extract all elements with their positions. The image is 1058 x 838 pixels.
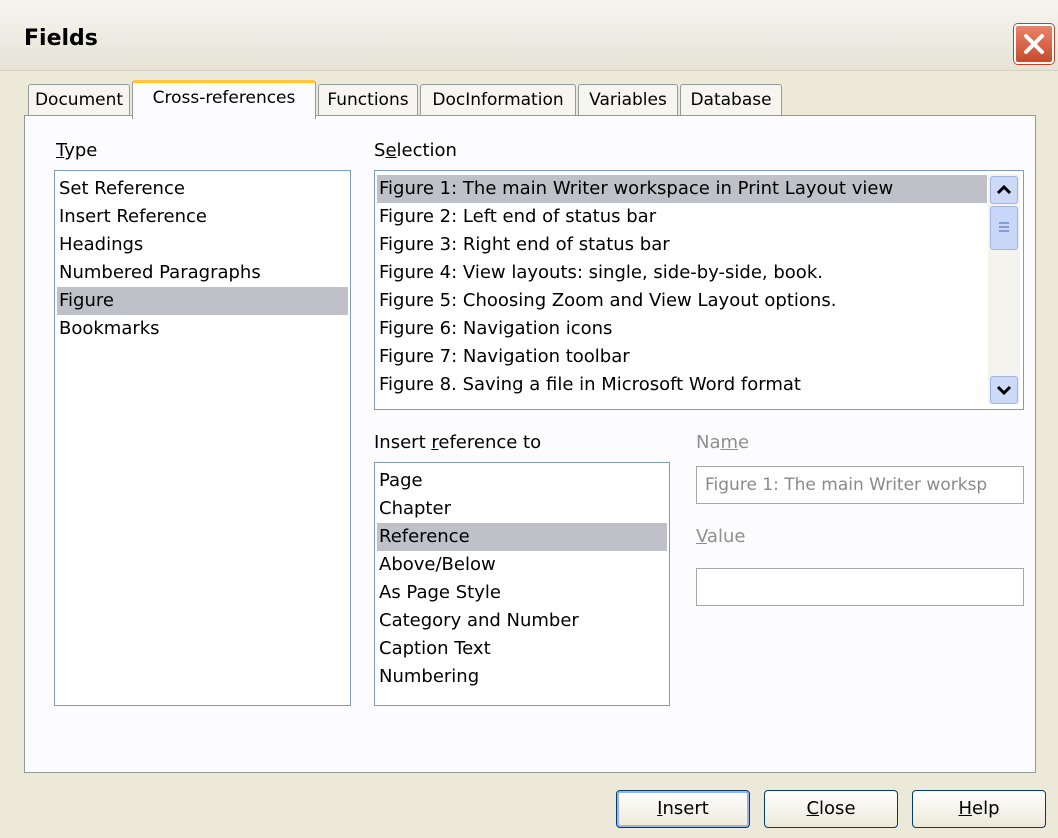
value-label-mnemonic: V (696, 526, 707, 547)
selection-list[interactable]: Figure 1: The main Writer workspace in P… (374, 170, 1024, 410)
tab-docinformation[interactable]: DocInformation (420, 84, 576, 115)
selection-item[interactable]: Figure 2: Left end of status bar (377, 203, 987, 231)
insert-reference-label-rest: eference to (438, 432, 542, 453)
help-button-rest: elp (972, 798, 1000, 819)
insert-button[interactable]: Insert (616, 790, 750, 828)
insert-reference-item[interactable]: As Page Style (377, 579, 667, 607)
insert-reference-item[interactable]: Chapter (377, 495, 667, 523)
selection-label-mnemonic: e (385, 140, 397, 161)
tab-cross-references[interactable]: Cross-references (132, 80, 316, 119)
name-label-start: Na (696, 432, 721, 453)
type-item-numbered-paragraphs[interactable]: Numbered Paragraphs (57, 259, 348, 287)
type-item-figure[interactable]: Figure (57, 287, 348, 315)
selection-item[interactable]: Figure 3: Right end of status bar (377, 231, 987, 259)
selection-label-start: S (374, 140, 386, 161)
selection-item[interactable]: Figure 6: Navigation icons (377, 315, 987, 343)
type-list[interactable]: Set Reference Insert Reference Headings … (54, 170, 351, 706)
title-bar[interactable]: Fields (0, 0, 1058, 71)
selection-item[interactable]: Figure 8. Saving a file in Microsoft Wor… (377, 371, 987, 399)
insert-reference-item[interactable]: Above/Below (377, 551, 667, 579)
insert-reference-label-start: Insert (374, 432, 432, 453)
value-label: Value (696, 526, 745, 547)
value-field[interactable] (696, 568, 1024, 606)
tab-functions[interactable]: Functions (318, 84, 418, 115)
selection-scrollbar[interactable] (988, 174, 1020, 404)
scroll-up-icon (996, 184, 1012, 195)
fields-dialog: Fields Document Cross-references Functio… (0, 0, 1058, 838)
insert-reference-list[interactable]: Page Chapter Reference Above/Below As Pa… (374, 462, 670, 706)
type-label-mnemonic: T (56, 140, 65, 161)
type-item-bookmarks[interactable]: Bookmarks (57, 315, 348, 343)
tab-document[interactable]: Document (28, 84, 130, 115)
selection-item[interactable]: Figure 7: Navigation toolbar (377, 343, 987, 371)
close-button-rest: lose (819, 798, 856, 819)
name-label-mnemonic: m (720, 432, 739, 453)
selection-item[interactable]: Figure 4: View layouts: single, side-by-… (377, 259, 987, 287)
selection-item[interactable]: Figure 5: Choosing Zoom and View Layout … (377, 287, 987, 315)
dialog-title: Fields (24, 26, 98, 51)
insert-reference-label: Insert reference to (374, 432, 541, 453)
type-item-set-reference[interactable]: Set Reference (57, 175, 348, 203)
scroll-down-icon (996, 385, 1012, 396)
name-field[interactable]: Figure 1: The main Writer worksp (696, 466, 1024, 504)
close-button-mnemonic: C (806, 798, 820, 819)
selection-label-rest: lection (396, 140, 457, 161)
tab-database[interactable]: Database (680, 84, 782, 115)
type-label: Type (56, 140, 97, 161)
selection-label: Selection (374, 140, 457, 161)
help-button-mnemonic: H (958, 798, 973, 819)
insert-button-rest: nsert (662, 798, 709, 819)
tab-variables[interactable]: Variables (578, 84, 678, 115)
name-label-rest: e (738, 432, 750, 453)
help-button[interactable]: Help (912, 790, 1046, 828)
scroll-thumb[interactable] (990, 206, 1018, 250)
type-label-rest: ype (64, 140, 98, 161)
type-item-insert-reference[interactable]: Insert Reference (57, 203, 348, 231)
insert-reference-item[interactable]: Reference (377, 523, 667, 551)
insert-reference-item[interactable]: Page (377, 467, 667, 495)
scroll-grip-icon (999, 222, 1009, 232)
close-icon (1024, 34, 1044, 54)
type-item-headings[interactable]: Headings (57, 231, 348, 259)
close-window-button[interactable] (1014, 24, 1054, 64)
insert-reference-item[interactable]: Numbering (377, 663, 667, 691)
scroll-up-button[interactable] (990, 176, 1018, 204)
scroll-down-button[interactable] (990, 376, 1018, 404)
insert-reference-item[interactable]: Caption Text (377, 635, 667, 663)
value-label-rest: alue (706, 526, 746, 547)
name-label: Name (696, 432, 749, 453)
close-button[interactable]: Close (764, 790, 898, 828)
selection-item[interactable]: Figure 1: The main Writer workspace in P… (377, 175, 987, 203)
insert-reference-item[interactable]: Category and Number (377, 607, 667, 635)
